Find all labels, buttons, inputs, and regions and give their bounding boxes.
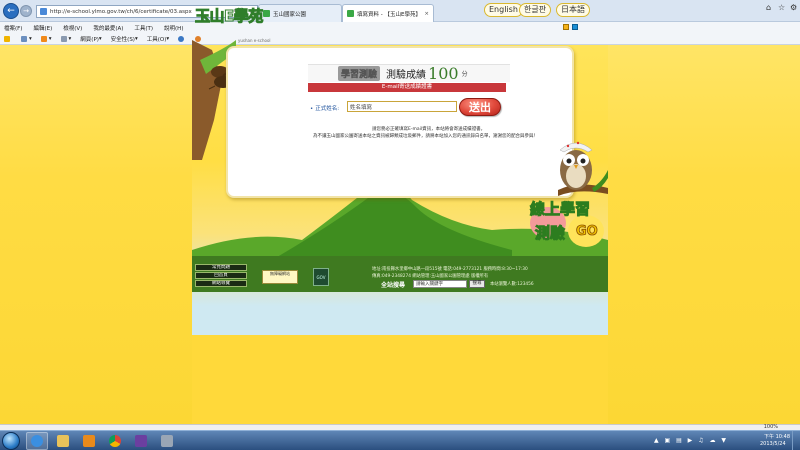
help-icon [178, 35, 185, 42]
home-icon [21, 35, 27, 42]
system-tray-icons[interactable]: ▲ ▣ ▤ ▶ ♫ ☁ ▼ [654, 437, 728, 444]
tab-favicon [347, 10, 354, 17]
tab-label: 玉山國家公園 [273, 11, 307, 18]
menu-file[interactable]: 檔案(F) [4, 24, 22, 32]
bullet-icon: • [310, 106, 314, 112]
footer-link-sitemap[interactable]: 網站導覽 [195, 280, 247, 287]
arrow-right-icon: → [23, 7, 29, 15]
menu-bar: 檔案(F) 編輯(E) 檢視(V) 我的最愛(A) 工具(T) 說明(H) [0, 22, 800, 33]
taskbar-media-player[interactable] [78, 432, 100, 450]
footer-address: 地址:南投縣水里鄉中山路一段515號 電話:049-2773121 服務時間:8… [372, 267, 528, 272]
taskbar-chrome[interactable] [104, 432, 126, 450]
home-icon[interactable]: ⌂ [766, 3, 771, 12]
menu-help[interactable]: 說明(H) [164, 24, 183, 32]
tab-fill-in-form[interactable]: 填寫資料 - 【玉山E學苑】 × [342, 4, 434, 22]
footer-contact: 傳真:049-2348274 網站管理:玉山國家公園管理處 版權所有 [372, 274, 489, 279]
media-player-icon [83, 435, 95, 447]
clock-date[interactable]: 2013/5/24 [760, 441, 786, 447]
forward-button[interactable]: → [20, 5, 32, 17]
name-input[interactable] [347, 101, 457, 112]
quiz-badge: 學習測驗 [338, 66, 381, 81]
ie-icon [31, 435, 43, 447]
footer-link-home[interactable]: 回首頁 [195, 272, 247, 279]
star-icon [4, 35, 10, 42]
cmd-favorites-star[interactable] [4, 35, 12, 42]
text-size-icon[interactable] [563, 24, 569, 30]
taskbar-visual-studio[interactable] [130, 432, 152, 450]
taskbar-file-explorer[interactable] [52, 432, 74, 450]
logo-text: 玉山E學苑 [195, 7, 264, 26]
cmd-feeds[interactable]: ▾ [40, 35, 52, 42]
quiz-title-row: 學習測驗 測驗成績 100 分 [308, 64, 510, 83]
gov-badge[interactable]: GOV [313, 268, 329, 286]
start-button[interactable] [2, 432, 20, 450]
language-japanese-button[interactable]: 日本語 [556, 3, 590, 17]
cmd-help[interactable] [178, 35, 186, 42]
show-desktop-button[interactable] [792, 431, 800, 450]
menu-favorites[interactable]: 我的最愛(A) [93, 24, 123, 32]
command-bar: ▾ ▾ ▾ 網頁(P) ▾ 安全性(S) ▾ 工具(O) ▾ [0, 33, 800, 45]
color-theme-icon[interactable] [572, 24, 578, 30]
clock-time[interactable]: 下午 10:48 [764, 433, 790, 440]
page-background-left [0, 45, 192, 424]
menu-tools[interactable]: 工具(T) [134, 24, 153, 32]
submit-button[interactable]: 送出 [459, 98, 501, 116]
name-label: • 正式姓名: [310, 106, 340, 112]
browser-titlebar: ← → http://e-school.ylmo.gov.tw/ch/6/cer… [0, 0, 800, 22]
taskbar-internet-explorer[interactable] [26, 432, 48, 450]
footer-link-faq[interactable]: 常見問題 [195, 264, 247, 271]
app-icon [161, 435, 173, 447]
menu-view[interactable]: 檢視(V) [63, 24, 82, 32]
site-search-input[interactable] [413, 280, 467, 288]
site-search-button[interactable]: 搜尋 [469, 280, 485, 288]
arrow-left-icon: ← [7, 6, 15, 16]
page-background-right [608, 45, 800, 424]
cmd-home[interactable]: ▾ [21, 35, 32, 42]
star-icon[interactable]: ☆ [778, 3, 785, 12]
close-tab-icon[interactable]: × [424, 11, 429, 17]
cmd-page[interactable]: 網頁(P) ▾ [80, 35, 101, 43]
logo-subtitle: yushan e-school [238, 38, 271, 43]
cmd-mail[interactable]: ▾ [60, 35, 71, 42]
taskbar: ▲ ▣ ▤ ▶ ♫ ☁ ▼ 下午 10:48 2013/5/24 [0, 430, 800, 450]
tab-label: 填寫資料 - 【玉山E學苑】 [357, 11, 421, 18]
cmd-tools[interactable]: 工具(O) ▾ [147, 35, 169, 43]
menu-edit[interactable]: 編輯(E) [33, 24, 52, 32]
spam-note: 為不讓玉山國家公園寄送本站之資訊被歸類成垃圾郵件，請將本站加入您的通訊錄白名單，… [313, 134, 538, 139]
chrome-icon [109, 435, 121, 447]
accessibility-badge[interactable]: 無障礙網站 [262, 270, 298, 284]
site-search-label: 全站搜尋 [381, 282, 406, 289]
visual-studio-icon [135, 435, 147, 447]
folder-icon [57, 435, 69, 447]
slogan-line-1[interactable]: 線上學習 [529, 198, 590, 219]
language-korean-button[interactable]: 한글판 [519, 3, 552, 17]
score-value: 100 [428, 64, 459, 83]
visitor-counter: 本站瀏覽人數:123456 [490, 282, 534, 287]
score-unit: 分 [461, 71, 468, 78]
page-icon [40, 8, 47, 15]
email-certificate-bar: E-mail寄送成績證書 [308, 83, 506, 92]
slogan-line-2[interactable]: 測驗 [534, 222, 565, 243]
instruction-note: 請您務必正確填寫E-mail資訊，本站將會寄送成績證書。 [372, 127, 486, 132]
mail-icon [60, 35, 67, 42]
taskbar-app[interactable] [156, 432, 178, 450]
slogan-go[interactable]: GO [576, 224, 599, 240]
language-english-button[interactable]: English [484, 3, 523, 17]
cmd-safety[interactable]: 安全性(S) ▾ [111, 35, 138, 43]
score-label: 測驗成績 [386, 70, 427, 81]
gear-icon[interactable]: ⚙ [790, 3, 797, 12]
back-button[interactable]: ← [3, 3, 19, 19]
rss-icon [40, 35, 47, 42]
site-logo[interactable]: 玉山E學苑 [195, 5, 275, 31]
